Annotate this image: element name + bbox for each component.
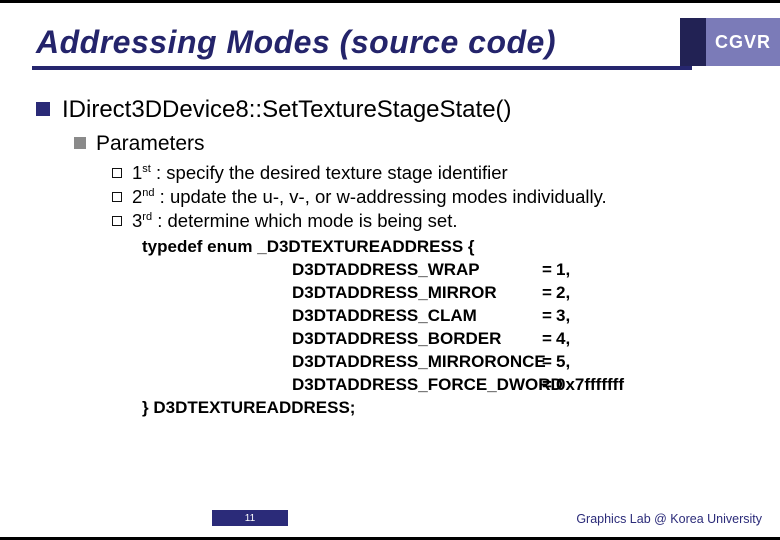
content: IDirect3DDevice8::SetTextureStageState()… bbox=[36, 96, 756, 420]
enum-row: D3DTADDRESS_BORDER=4, bbox=[292, 328, 756, 351]
enum-row: D3DTADDRESS_MIRRORONCE=5, bbox=[292, 351, 756, 374]
enum-row: D3DTADDRESS_CLAM=3, bbox=[292, 305, 756, 328]
top-rule bbox=[0, 0, 780, 3]
page-number: 11 bbox=[212, 510, 288, 526]
enum-rows: D3DTADDRESS_WRAP=1, D3DTADDRESS_MIRROR=2… bbox=[292, 259, 756, 397]
param-item: 2nd : update the u-, v-, or w-addressing… bbox=[112, 186, 756, 208]
open-square-bullet-icon bbox=[112, 168, 122, 178]
param-text: 2nd : update the u-, v-, or w-addressing… bbox=[132, 186, 607, 208]
square-bullet-icon bbox=[36, 102, 50, 116]
cgvr-badge-label: CGVR bbox=[706, 18, 780, 66]
param-item: 1st : specify the desired texture stage … bbox=[112, 162, 756, 184]
enum-open-line: typedef enum _D3DTEXTUREADDRESS { bbox=[142, 236, 756, 259]
title-underline bbox=[32, 66, 692, 70]
enum-row: D3DTADDRESS_MIRROR=2, bbox=[292, 282, 756, 305]
square-bullet-icon bbox=[74, 137, 86, 149]
param-item: 3rd : determine which mode is being set. bbox=[112, 210, 756, 232]
slide: Addressing Modes (source code) CGVR IDir… bbox=[0, 0, 780, 540]
enum-code-block: typedef enum _D3DTEXTUREADDRESS { D3DTAD… bbox=[142, 236, 756, 420]
heading-text: IDirect3DDevice8::SetTextureStageState() bbox=[62, 96, 512, 124]
enum-row: D3DTADDRESS_FORCE_DWORD=0x7fffffff bbox=[292, 374, 756, 397]
slide-title: Addressing Modes (source code) bbox=[36, 24, 556, 61]
open-square-bullet-icon bbox=[112, 216, 122, 226]
subheading-text: Parameters bbox=[96, 132, 205, 156]
param-text: 1st : specify the desired texture stage … bbox=[132, 162, 508, 184]
enum-row: D3DTADDRESS_WRAP=1, bbox=[292, 259, 756, 282]
bullet-lvl1: IDirect3DDevice8::SetTextureStageState() bbox=[36, 96, 756, 124]
open-square-bullet-icon bbox=[112, 192, 122, 202]
param-text: 3rd : determine which mode is being set. bbox=[132, 210, 457, 232]
bullet-lvl2: Parameters bbox=[74, 132, 756, 156]
cgvr-badge: CGVR bbox=[680, 18, 780, 66]
cgvr-badge-dark bbox=[680, 18, 706, 66]
title-row: Addressing Modes (source code) CGVR bbox=[36, 18, 780, 66]
enum-close-line: } D3DTEXTUREADDRESS; bbox=[142, 397, 756, 420]
footer-text: Graphics Lab @ Korea University bbox=[576, 512, 762, 526]
